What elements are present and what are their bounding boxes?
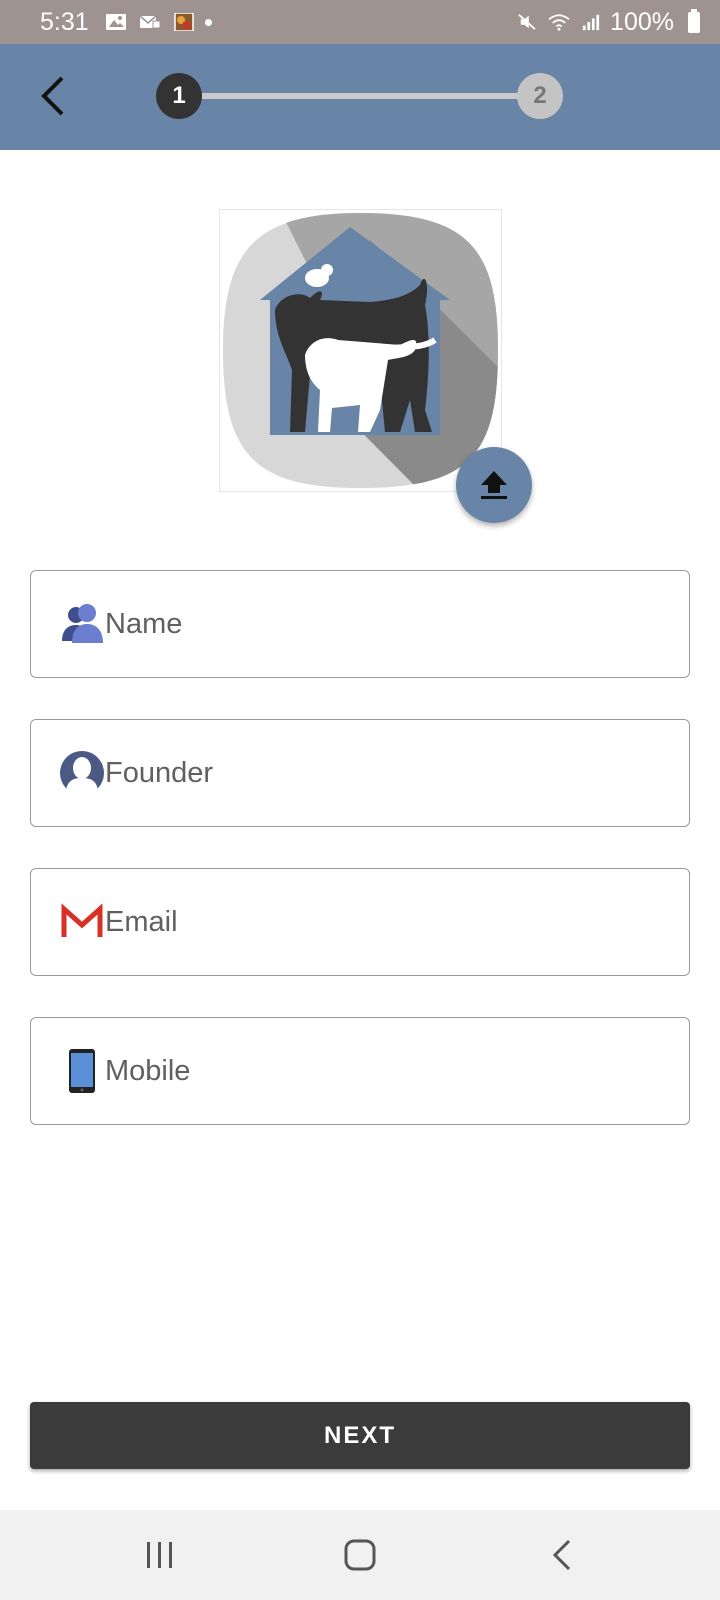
person-icon — [59, 750, 105, 796]
recents-button[interactable] — [130, 1532, 190, 1578]
more-notifications-dot — [204, 18, 212, 26]
gmail-icon — [59, 899, 105, 945]
phone-icon — [59, 1048, 105, 1094]
logo-image[interactable] — [219, 209, 502, 492]
email-field[interactable]: Email — [30, 868, 690, 976]
image-icon — [105, 14, 126, 30]
back-button[interactable] — [30, 72, 78, 120]
founder-placeholder: Founder — [105, 756, 214, 789]
status-time: 5:31 — [40, 7, 89, 36]
status-bar: 5:31 100% — [0, 0, 720, 44]
mute-icon — [518, 14, 536, 30]
home-button[interactable] — [330, 1532, 390, 1578]
app-thumbnail-icon — [173, 13, 194, 31]
mobile-placeholder: Mobile — [105, 1054, 191, 1087]
upload-button[interactable] — [456, 447, 532, 523]
name-placeholder: Name — [105, 607, 183, 640]
home-icon — [344, 1539, 376, 1571]
wifi-icon — [548, 14, 570, 31]
step-1-indicator[interactable]: 1 — [156, 73, 202, 119]
upload-icon — [481, 471, 507, 499]
system-nav-bar — [0, 1510, 720, 1600]
group-icon — [59, 601, 105, 647]
recents-icon — [147, 1542, 172, 1568]
step-1-label: 1 — [172, 82, 186, 109]
chevron-left-icon — [41, 76, 64, 116]
step-2-indicator[interactable]: 2 — [517, 73, 563, 119]
battery-icon — [688, 8, 700, 33]
step-2-label: 2 — [533, 82, 547, 109]
email-placeholder: Email — [105, 905, 178, 938]
message-icon — [139, 15, 161, 29]
back-icon — [552, 1539, 571, 1571]
next-button[interactable]: NEXT — [30, 1402, 690, 1469]
signal-icon — [582, 14, 600, 31]
name-field[interactable]: Name — [30, 570, 690, 678]
pet-house-logo — [223, 213, 498, 488]
system-back-button[interactable] — [532, 1532, 592, 1578]
app-bar: 1 2 — [0, 44, 720, 150]
stepper-line — [180, 93, 540, 99]
notification-icons — [105, 13, 195, 31]
battery-percent: 100% — [610, 7, 674, 36]
founder-field[interactable]: Founder — [30, 719, 690, 827]
mobile-field[interactable]: Mobile — [30, 1017, 690, 1125]
